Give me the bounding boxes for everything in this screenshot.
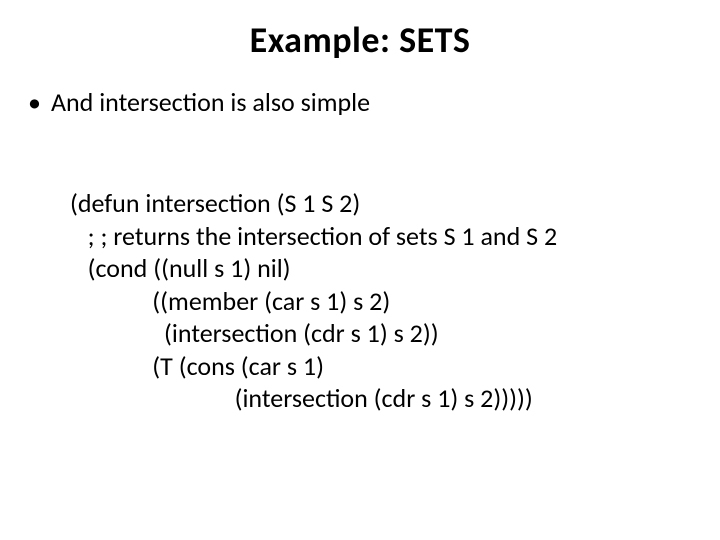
slide-title: Example: SETS bbox=[0, 18, 720, 62]
bullet-item: • And intersection is also simple bbox=[0, 86, 720, 119]
bullet-dot-icon: • bbox=[28, 86, 41, 119]
code-block: (defun intersection (S 1 S 2) ; ; return… bbox=[0, 155, 720, 448]
code-line: ((member (car s 1) s 2) bbox=[70, 285, 390, 317]
code-line: (T (cons (car s 1) bbox=[70, 350, 324, 382]
code-line: (intersection (cdr s 1) s 2))))) bbox=[70, 382, 533, 414]
slide: Example: SETS • And intersection is also… bbox=[0, 0, 720, 540]
code-line: ; ; returns the intersection of sets S 1… bbox=[70, 220, 557, 252]
code-line: (defun intersection (S 1 S 2) bbox=[70, 187, 360, 219]
bullet-text: And intersection is also simple bbox=[51, 86, 720, 119]
code-line: (cond ((null s 1) nil) bbox=[70, 252, 291, 284]
code-line: (intersection (cdr s 1) s 2)) bbox=[70, 317, 439, 349]
